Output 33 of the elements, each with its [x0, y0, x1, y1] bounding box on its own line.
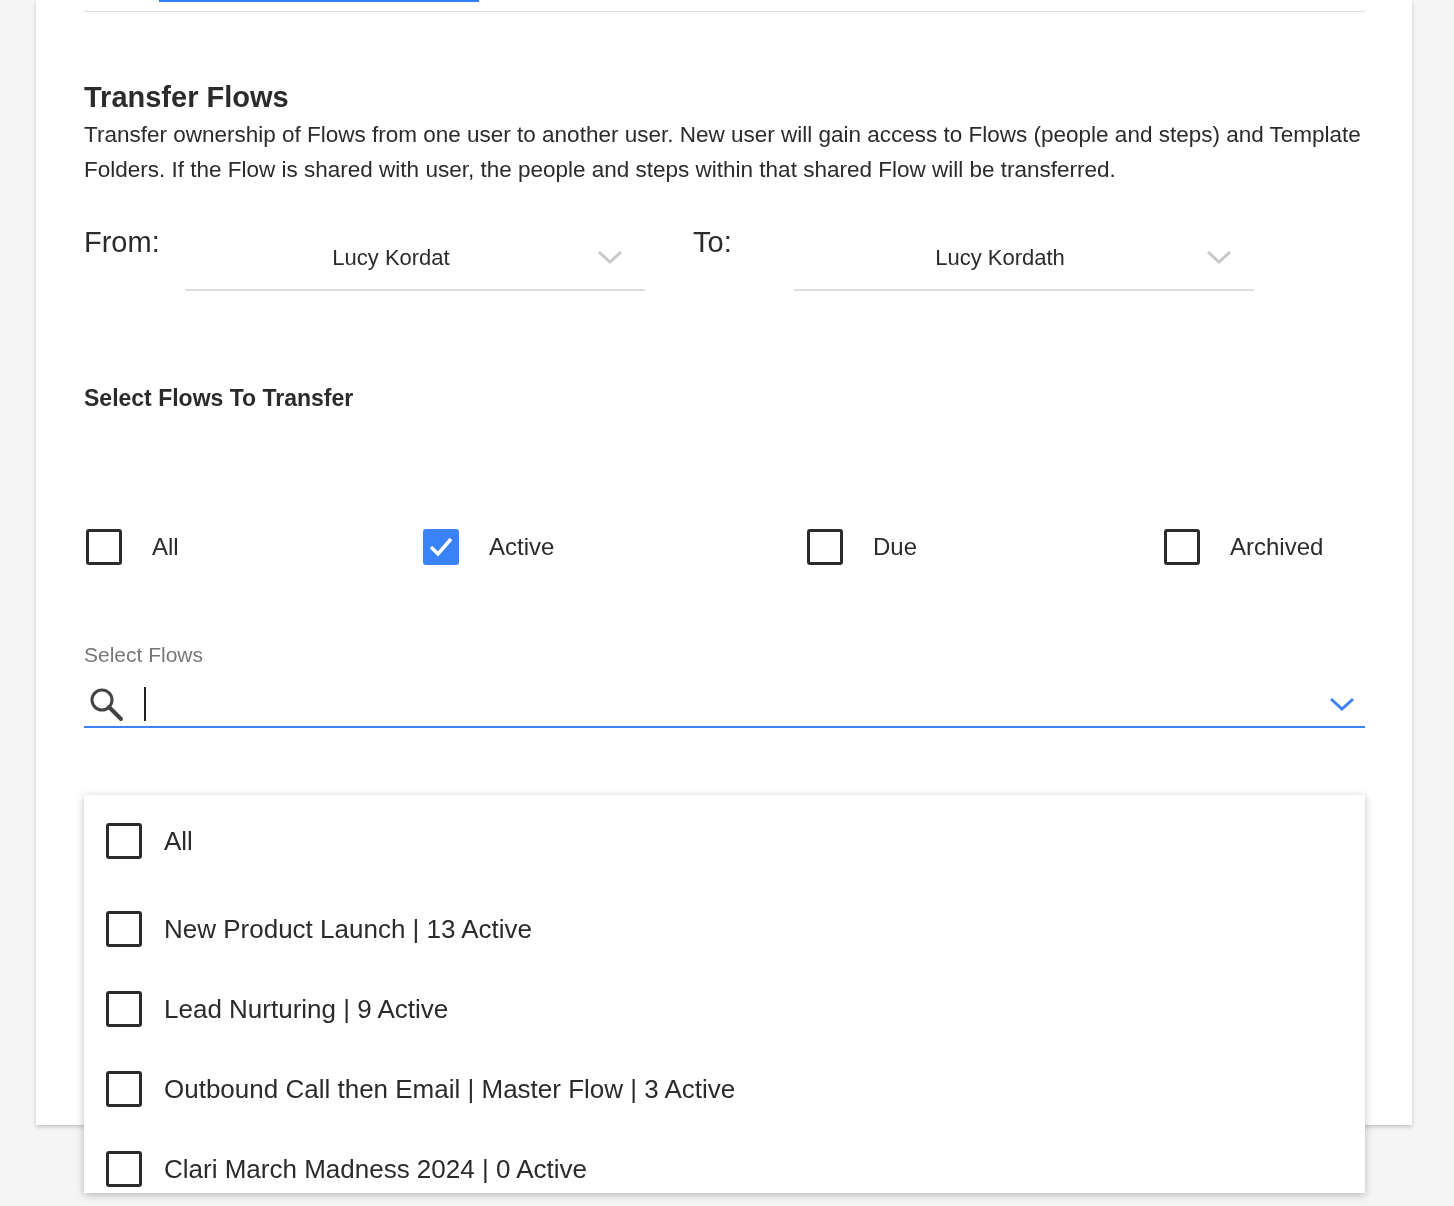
checkbox[interactable]	[86, 528, 122, 565]
field-label: To:	[693, 227, 733, 260]
checkbox[interactable]	[1164, 528, 1200, 565]
checkbox[interactable]	[423, 528, 459, 565]
checkbox-label: Archived	[1230, 531, 1324, 562]
checkbox[interactable]	[807, 528, 843, 565]
checkbox-label: Active	[489, 531, 555, 562]
chevron-down-icon[interactable]	[1329, 696, 1355, 712]
checkbox-label: All	[152, 531, 179, 562]
user-select[interactable]: Lucy Kordath	[794, 227, 1254, 291]
chevron-down-icon	[597, 249, 623, 265]
section-description: Transfer ownership of Flows from one user to another user. New user will gain access to Flows (people and steps) and Template Folders. If the Flow is shared with user, the people and steps within that shared Flow will be transferred.	[84, 121, 1362, 184]
checkbox[interactable]	[106, 991, 142, 1027]
selected-value: Lucy Kordat	[331, 243, 451, 272]
checkbox[interactable]	[106, 1151, 142, 1187]
selected-value: Lucy Kordath	[934, 243, 1066, 272]
user-select[interactable]: Lucy Kordat	[185, 227, 645, 291]
filter-title: Select Flows To Transfer	[84, 384, 354, 413]
checkbox[interactable]	[106, 911, 142, 947]
menu-option[interactable]: Lead Nurturing | 9 Active	[106, 987, 1365, 1031]
menu-option[interactable]: New Product Launch | 13 Active	[106, 907, 1365, 951]
text-cursor	[144, 687, 146, 721]
checkbox[interactable]	[106, 823, 142, 859]
menu-option[interactable]: Clari March Madness 2024 | 0 Active	[106, 1147, 1365, 1191]
checkbox-label: Due	[873, 531, 918, 562]
menu-option[interactable]: Outbound Call then Email | Master Flow | 3 Active	[106, 1067, 1365, 1111]
chevron-down-icon	[1206, 249, 1232, 265]
search-icon	[88, 686, 124, 722]
checkbox[interactable]	[106, 1071, 142, 1107]
field-label: Select Flows	[84, 641, 204, 668]
menu-option[interactable]: All	[106, 819, 1365, 863]
section-title: Transfer Flows	[84, 80, 289, 115]
field-label: From:	[84, 227, 161, 260]
